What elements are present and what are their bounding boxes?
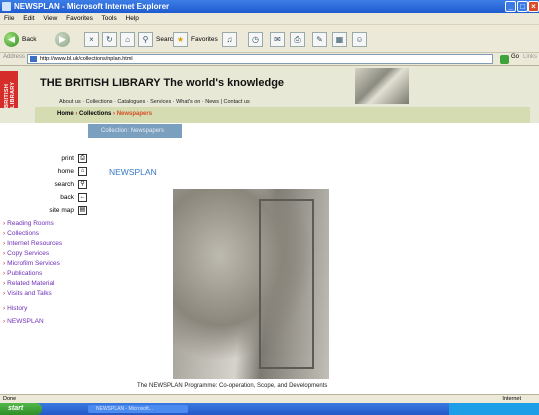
collection-tab[interactable]: Collection: Newspapers <box>88 124 182 138</box>
british-library-logo[interactable]: BRITISH LIBRARY <box>0 71 18 108</box>
page-title: NEWSPLAN <box>109 167 157 177</box>
menu-bar: File Edit View Favorites Tools Help <box>0 13 539 24</box>
sidebar-item-collections[interactable]: Collections <box>3 230 39 237</box>
header-illustration <box>355 68 409 104</box>
search-icon: ⚲ <box>138 31 153 47</box>
site-nav[interactable]: About us · Collections · Catalogues · Se… <box>59 99 250 105</box>
media-icon: ♫ <box>222 31 237 47</box>
sidebar-item-history[interactable]: History <box>3 305 27 312</box>
taskbar-window-item[interactable]: NEWSPLAN - Microsoft... <box>88 405 188 413</box>
back-button[interactable]: ◀ Back <box>4 31 36 47</box>
status-bar: Done Internet <box>0 394 539 403</box>
address-url: http://www.bl.uk/collections/nplan.html <box>40 56 133 62</box>
back-label: Back <box>22 35 37 43</box>
refresh-button[interactable]: ↻ <box>102 31 117 47</box>
menu-file[interactable]: File <box>4 15 14 22</box>
favorites-label: Favorites <box>191 35 218 43</box>
address-bar: Address http://www.bl.uk/collections/npl… <box>0 53 539 66</box>
discuss-button[interactable]: ▦ <box>332 31 347 47</box>
forward-button[interactable]: ▶ <box>55 31 70 47</box>
sidebar-item-copy-services[interactable]: Copy Services <box>3 250 49 257</box>
messenger-button[interactable]: ☺ <box>352 31 367 47</box>
search-button[interactable]: ⚲ Search <box>138 31 177 47</box>
sidebar-item-visits-and-talks[interactable]: Visits and Talks <box>3 290 52 297</box>
home-button[interactable]: ⌂ <box>120 31 135 47</box>
home-icon: ⌂ <box>78 167 87 176</box>
photo-frame <box>259 199 314 369</box>
go-arrow-icon[interactable] <box>500 55 509 64</box>
media-button[interactable]: ♫ <box>222 31 237 47</box>
toolbar: ◀ Back ▶ × ↻ ⌂ ⚲ Search ★ Favorites ♫ ◷ … <box>0 24 539 53</box>
history-button[interactable]: ◷ <box>248 31 263 47</box>
sidebar-item-publications[interactable]: Publications <box>3 270 42 277</box>
home-icon: ⌂ <box>120 31 135 47</box>
breadcrumb: Home › Collections › Newspapers <box>57 111 153 117</box>
stop-icon: × <box>84 31 99 47</box>
start-button[interactable]: start <box>0 403 42 415</box>
printer-icon: ⎙ <box>290 31 305 47</box>
sidebar-item-reading-rooms[interactable]: Reading Rooms <box>3 220 54 227</box>
menu-favorites[interactable]: Favorites <box>66 15 93 22</box>
tool-back[interactable]: back ← <box>40 193 87 202</box>
mail-button[interactable]: ✉ <box>270 31 285 47</box>
minimize-button[interactable]: _ <box>505 1 516 12</box>
favorites-button[interactable]: ★ Favorites <box>173 31 218 47</box>
history-icon: ◷ <box>248 31 263 47</box>
edit-button[interactable]: ✎ <box>312 31 327 47</box>
go-button[interactable]: Go <box>511 54 519 60</box>
site-title: THE BRITISH LIBRARY The world's knowledg… <box>40 77 285 89</box>
window-title: NEWSPLAN - Microsoft Internet Explorer <box>14 2 170 11</box>
newspaper-photo <box>173 189 329 379</box>
site-map-icon: ▤ <box>78 206 87 215</box>
maximize-button[interactable]: □ <box>517 1 528 12</box>
close-button[interactable]: × <box>528 1 539 12</box>
photo-caption[interactable]: The NEWSPLAN Programme: Co-operation, Sc… <box>137 383 327 389</box>
star-icon: ★ <box>173 31 188 47</box>
collection-tab-label: Collection: Newspapers <box>101 128 165 134</box>
print-icon: ⎙ <box>78 154 87 163</box>
search-icon: ⚲ <box>78 180 87 189</box>
tool-home[interactable]: home ⌂ <box>40 167 87 176</box>
breadcrumb-current: Newspapers <box>116 111 153 117</box>
sidebar-item-microfilm-services[interactable]: Microfilm Services <box>3 260 60 267</box>
breadcrumb-collections[interactable]: Collections <box>79 111 111 117</box>
print-toolbar-button[interactable]: ⎙ <box>290 31 305 47</box>
menu-tools[interactable]: Tools <box>102 15 117 22</box>
edit-icon: ✎ <box>312 31 327 47</box>
page-icon <box>30 56 37 62</box>
sidebar-item-related-material[interactable]: Related Material <box>3 280 54 287</box>
stop-button[interactable]: × <box>84 31 99 47</box>
forward-arrow-icon: ▶ <box>55 31 70 47</box>
window-titlebar[interactable]: NEWSPLAN - Microsoft Internet Explorer _… <box>0 0 539 13</box>
system-tray <box>449 403 539 415</box>
refresh-icon: ↻ <box>102 31 117 47</box>
back-icon: ← <box>78 193 87 202</box>
mail-icon: ✉ <box>270 31 285 47</box>
status-zone: Internet <box>502 396 521 402</box>
ie-icon <box>2 2 11 11</box>
tool-print[interactable]: print ⎙ <box>40 154 87 163</box>
menu-view[interactable]: View <box>43 15 57 22</box>
back-arrow-icon: ◀ <box>4 31 19 47</box>
links-label[interactable]: Links <box>523 54 537 60</box>
messenger-icon: ☺ <box>352 31 367 47</box>
menu-help[interactable]: Help <box>126 15 139 22</box>
status-done: Done <box>3 396 17 402</box>
address-label: Address <box>3 54 26 60</box>
tool-search[interactable]: search ⚲ <box>40 180 87 189</box>
menu-edit[interactable]: Edit <box>23 15 34 22</box>
logo-text: BRITISH LIBRARY <box>4 81 16 108</box>
taskbar: start NEWSPLAN - Microsoft... <box>0 403 539 415</box>
tool-site-map[interactable]: site map ▤ <box>40 206 87 215</box>
sidebar-item-newsplan[interactable]: NEWSPLAN <box>3 318 43 325</box>
discuss-icon: ▦ <box>332 31 347 47</box>
breadcrumb-home[interactable]: Home <box>57 111 74 117</box>
address-input[interactable]: http://www.bl.uk/collections/nplan.html <box>27 54 493 64</box>
sidebar-item-internet-resources[interactable]: Internet Resources <box>3 240 62 247</box>
